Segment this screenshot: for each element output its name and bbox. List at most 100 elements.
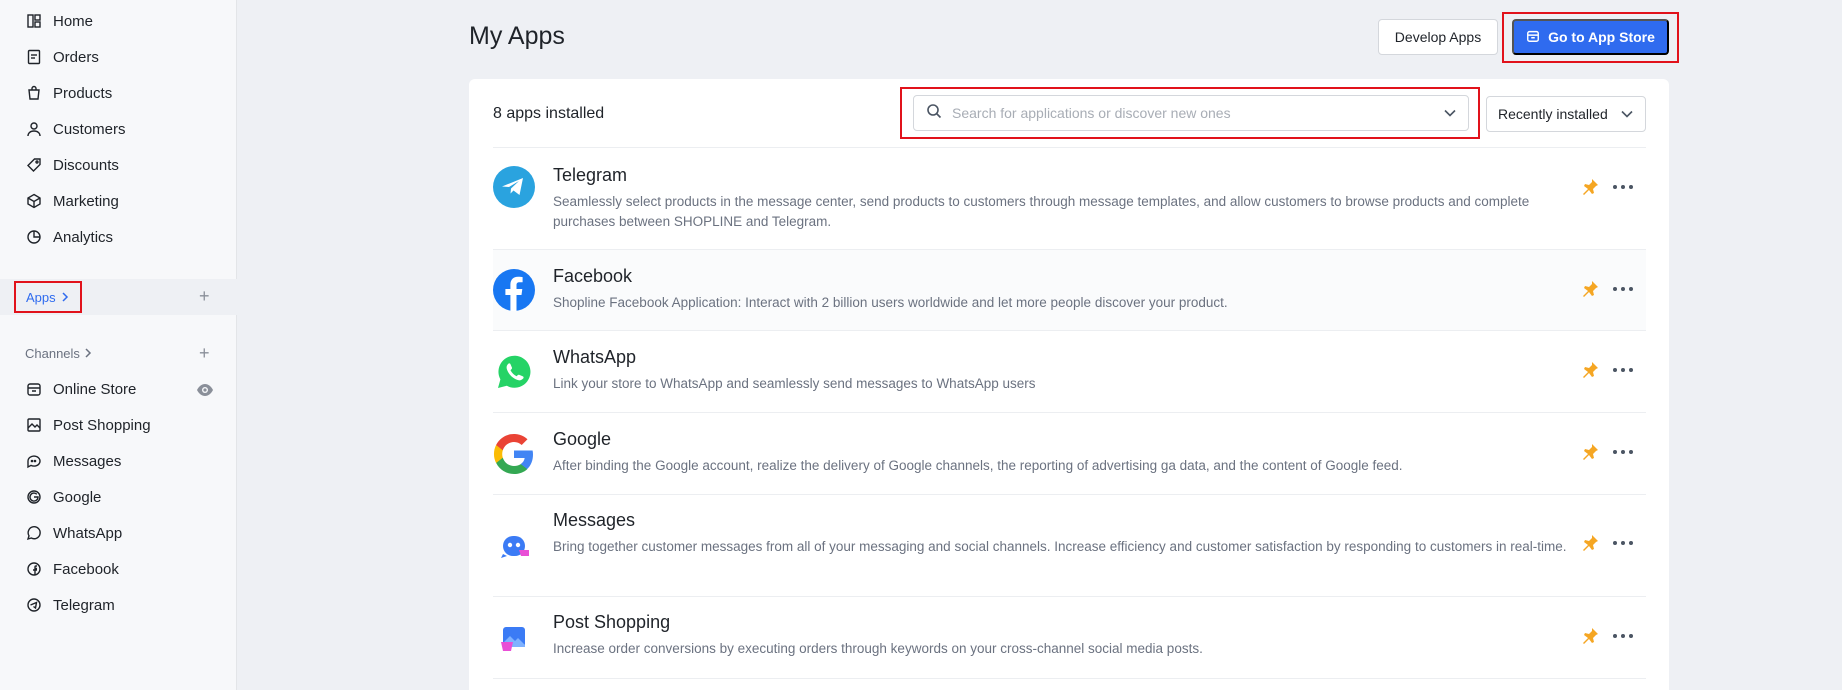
apps-count: 8 apps installed [493,105,605,122]
app-row-telegram[interactable]: Telegram Seamlessly select products in t… [493,148,1646,229]
sidebar-item-label: Post Shopping [53,416,151,434]
search-icon [926,103,942,124]
sidebar-item-label: Discounts [53,156,119,174]
store-icon [26,381,42,397]
app-name[interactable]: Telegram [553,165,627,186]
apps-card: 8 apps installed Recently installed Tele… [469,79,1669,690]
facebook-logo-icon [493,269,535,311]
sidebar-item-label: Products [53,84,113,102]
pin-icon[interactable] [1580,177,1600,197]
messages-logo-icon [501,536,529,558]
sidebar-item-customers[interactable]: Customers [0,111,237,147]
app-row-messages[interactable]: Messages Bring together customer message… [493,495,1646,595]
develop-apps-button[interactable]: Develop Apps [1378,19,1498,55]
app-description: Bring together customer messages from al… [553,539,1567,554]
post-shopping-icon [26,417,42,433]
app-row-facebook[interactable]: Facebook Shopline Facebook Application: … [493,250,1646,330]
app-name[interactable]: Messages [553,510,635,531]
app-name[interactable]: Facebook [553,266,632,287]
app-row-google[interactable]: Google After binding the Google account,… [493,413,1646,493]
pin-icon[interactable] [1580,533,1600,553]
sidebar-item-label: Apps [26,289,56,305]
sidebar-item-products[interactable]: Products [0,75,237,111]
more-options-icon[interactable] [1611,177,1635,197]
home-icon [26,13,42,29]
chevron-right-icon [84,346,92,361]
pin-icon[interactable] [1580,360,1600,380]
google-logo-icon [493,433,533,474]
go-to-app-store-label: Go to App Store [1548,29,1655,45]
sidebar-item-marketing[interactable]: Marketing [0,183,237,219]
google-icon [26,489,42,505]
sidebar-item-home[interactable]: Home [0,3,237,39]
sidebar-item-google[interactable]: Google [0,479,237,515]
app-store-highlight: Go to App Store [1502,12,1679,63]
sidebar-item-label: Messages [53,452,122,470]
sidebar-item-label: Google [53,488,102,506]
sidebar-item-discounts[interactable]: Discounts [0,147,237,183]
sort-select[interactable]: Recently installed [1486,96,1646,132]
app-name[interactable]: Google [553,429,611,450]
sidebar-item-whatsapp[interactable]: WhatsApp [0,515,237,551]
channels-label: Channels [25,346,80,361]
sidebar-item-label: Orders [53,48,99,66]
sidebar-item-telegram[interactable]: Telegram [0,587,237,623]
sidebar-item-label: Analytics [53,228,114,246]
sidebar-item-orders[interactable]: Orders [0,39,237,75]
pin-icon[interactable] [1580,279,1600,299]
app-description: After binding the Google account, realiz… [553,458,1403,473]
sidebar-item-label: Marketing [53,192,119,210]
sidebar-item-messages[interactable]: Messages [0,443,237,479]
customers-icon [26,121,42,137]
add-channel-icon[interactable]: + [199,344,210,362]
search-input[interactable] [952,105,1444,121]
app-row-post-shopping[interactable]: Post Shopping Increase order conversions… [493,597,1646,677]
sidebar-item-label: Online Store [53,380,137,398]
sidebar-item-facebook[interactable]: Facebook [0,551,237,587]
discounts-icon [26,157,42,173]
search-highlight [900,87,1480,139]
sidebar-apps-row: Apps + [0,279,237,315]
marketing-icon [26,193,42,209]
more-options-icon[interactable] [1611,442,1635,462]
more-options-icon[interactable] [1611,626,1635,646]
sidebar: Home Orders Products Customers Discounts… [0,0,237,690]
chevron-down-icon[interactable] [1444,104,1456,122]
products-icon [26,85,42,101]
sort-label: Recently installed [1498,106,1608,122]
channels-header[interactable]: Channels [25,346,92,361]
sidebar-item-label: Home [53,12,94,30]
sidebar-item-label: Facebook [53,560,119,578]
sidebar-item-label: Customers [53,120,126,138]
sidebar-item-label: Telegram [53,596,115,614]
sidebar-item-analytics[interactable]: Analytics [0,219,237,255]
pin-icon[interactable] [1580,442,1600,462]
whatsapp-logo-icon [498,355,531,388]
messages-icon [26,453,42,469]
app-name[interactable]: Post Shopping [553,612,670,633]
app-description: Link your store to WhatsApp and seamless… [553,376,1036,391]
analytics-icon [26,229,42,245]
app-name[interactable]: WhatsApp [553,347,636,368]
whatsapp-icon [26,525,42,541]
app-description: Shopline Facebook Application: Interact … [553,295,1228,310]
orders-icon [26,49,42,65]
go-to-app-store-button[interactable]: Go to App Store [1512,19,1669,55]
sidebar-item-post-shopping[interactable]: Post Shopping [0,407,237,443]
app-description: Seamlessly select products in the messag… [553,194,1530,229]
facebook-icon [26,561,42,577]
app-row-whatsapp[interactable]: WhatsApp Link your store to WhatsApp and… [493,331,1646,411]
more-options-icon[interactable] [1611,279,1635,299]
telegram-logo-icon [493,166,535,208]
eye-icon[interactable] [196,381,214,404]
pin-icon[interactable] [1580,626,1600,646]
search-box[interactable] [913,95,1469,131]
post-shopping-logo-icon [501,627,525,651]
more-options-icon[interactable] [1611,360,1635,380]
app-description: Increase order conversions by executing … [553,641,1203,656]
add-app-icon[interactable]: + [199,287,210,305]
more-options-icon[interactable] [1611,533,1635,553]
list-divider [493,678,1646,679]
sidebar-item-label: WhatsApp [53,524,123,542]
sidebar-item-apps[interactable]: Apps [14,281,82,313]
